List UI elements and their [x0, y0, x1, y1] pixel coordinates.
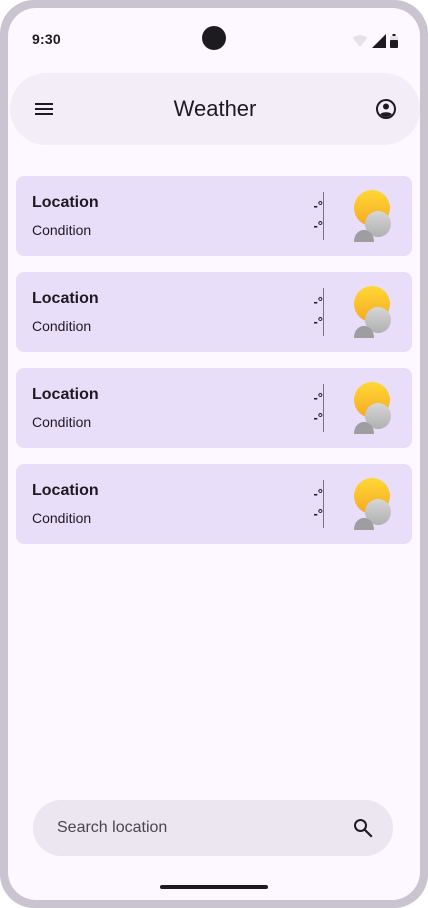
search-input[interactable]: [57, 800, 337, 856]
wifi-icon: [352, 35, 368, 47]
card-condition: Condition: [32, 318, 92, 334]
card-divider: [323, 288, 324, 336]
card-condition: Condition: [32, 222, 92, 238]
weather-card[interactable]: Location Condition -° -°: [16, 272, 412, 352]
card-location: Location: [32, 194, 99, 211]
card-condition: Condition: [32, 510, 92, 526]
weather-card[interactable]: Location Condition -° -°: [16, 176, 412, 256]
weather-card-list: Location Condition -° -° Location Condit…: [16, 176, 412, 560]
partly-cloudy-icon: [354, 190, 391, 242]
weather-card[interactable]: Location Condition -° -°: [16, 368, 412, 448]
screen: 9:30 Weather Location Condition -° -° Lo…: [8, 8, 420, 900]
card-location: Location: [32, 290, 99, 307]
card-location: Location: [32, 482, 99, 499]
device-frame: 9:30 Weather Location Condition -° -° Lo…: [0, 0, 428, 908]
temp-low: -°: [313, 506, 323, 521]
card-divider: [323, 384, 324, 432]
camera-cutout: [202, 26, 226, 50]
signal-icon: [372, 34, 386, 48]
weather-card[interactable]: Location Condition -° -°: [16, 464, 412, 544]
partly-cloudy-icon: [354, 382, 391, 434]
top-app-bar: Weather: [10, 73, 420, 145]
temp-high: -°: [313, 390, 323, 405]
battery-icon: [390, 34, 398, 48]
partly-cloudy-icon: [354, 286, 391, 338]
status-time: 9:30: [32, 31, 61, 47]
card-condition: Condition: [32, 414, 92, 430]
temp-low: -°: [313, 218, 323, 233]
temp-high: -°: [313, 486, 323, 501]
temp-low: -°: [313, 314, 323, 329]
account-circle-icon[interactable]: [374, 97, 398, 121]
temp-low: -°: [313, 410, 323, 425]
search-bar[interactable]: [33, 800, 393, 856]
temp-high: -°: [313, 198, 323, 213]
home-indicator[interactable]: [160, 885, 268, 889]
card-divider: [323, 192, 324, 240]
status-icons: [352, 34, 398, 48]
card-location: Location: [32, 386, 99, 403]
search-icon[interactable]: [351, 816, 375, 840]
card-divider: [323, 480, 324, 528]
temp-high: -°: [313, 294, 323, 309]
partly-cloudy-icon: [354, 478, 391, 530]
page-title: Weather: [173, 96, 257, 121]
